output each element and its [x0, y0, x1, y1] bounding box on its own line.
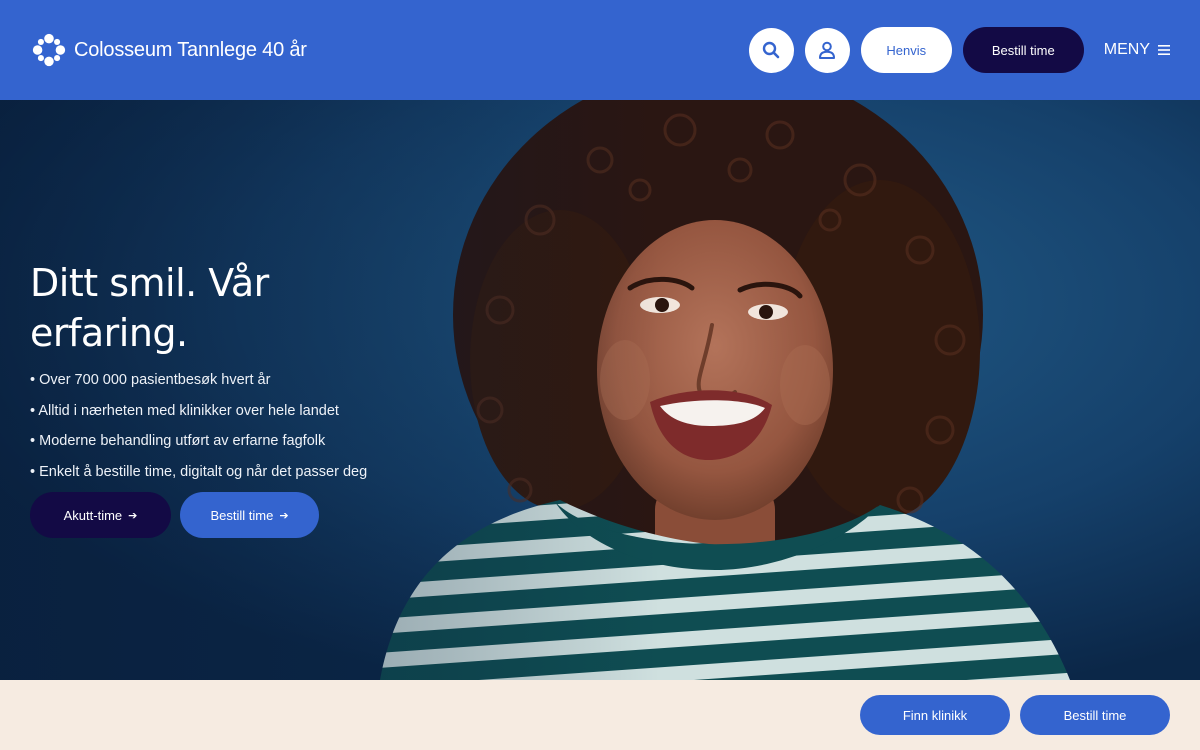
list-item: Moderne behandling utført av erfarne fag… — [30, 431, 410, 451]
refer-button[interactable]: Henvis — [860, 27, 952, 73]
hero-section: Ditt smil. Vår erfaring. Over 700 000 pa… — [0, 100, 1200, 680]
emergency-appointment-button[interactable]: Akutt-time ➔ — [30, 492, 171, 538]
list-item: Alltid i nærheten med klinikker over hel… — [30, 401, 410, 421]
logo-text: Colosseum Tannlege 40 år — [74, 38, 307, 61]
hero-bullet-list: Over 700 000 pasientbesøk hvert år Allti… — [30, 370, 410, 482]
search-icon — [763, 41, 780, 59]
logo[interactable]: Colosseum Tannlege 40 år — [30, 31, 307, 69]
arrow-right-icon: ➔ — [128, 509, 138, 522]
site-header: Colosseum Tannlege 40 år Henvis Bestill … — [0, 0, 1200, 100]
emergency-appointment-label: Akutt-time — [63, 507, 123, 523]
header-actions: Henvis Bestill time MENY — [748, 27, 1170, 73]
logo-icon — [32, 33, 66, 67]
search-button[interactable] — [748, 27, 794, 73]
menu-button[interactable]: MENY — [1104, 41, 1170, 59]
arrow-right-icon: ➔ — [279, 509, 289, 522]
bottom-book-appointment-button[interactable]: Bestill time — [1020, 695, 1170, 735]
hero-buttons: Akutt-time ➔ Bestill time ➔ — [30, 492, 410, 538]
hamburger-icon — [1158, 45, 1170, 55]
bottom-action-bar: Finn klinikk Bestill time — [0, 680, 1200, 750]
hero-book-appointment-label: Bestill time — [210, 507, 274, 523]
hero-content: Ditt smil. Vår erfaring. Over 700 000 pa… — [30, 258, 410, 538]
list-item: Enkelt å bestille time, digitalt og når … — [30, 462, 410, 482]
menu-label: MENY — [1103, 41, 1150, 58]
hero-book-appointment-button[interactable]: Bestill time ➔ — [180, 492, 319, 538]
book-appointment-button[interactable]: Bestill time — [962, 27, 1084, 73]
find-clinic-button[interactable]: Finn klinikk — [860, 695, 1010, 735]
account-button[interactable] — [804, 27, 850, 73]
user-icon — [819, 41, 836, 59]
list-item: Over 700 000 pasientbesøk hvert år — [30, 370, 410, 390]
hero-title: Ditt smil. Vår erfaring. — [30, 261, 269, 355]
